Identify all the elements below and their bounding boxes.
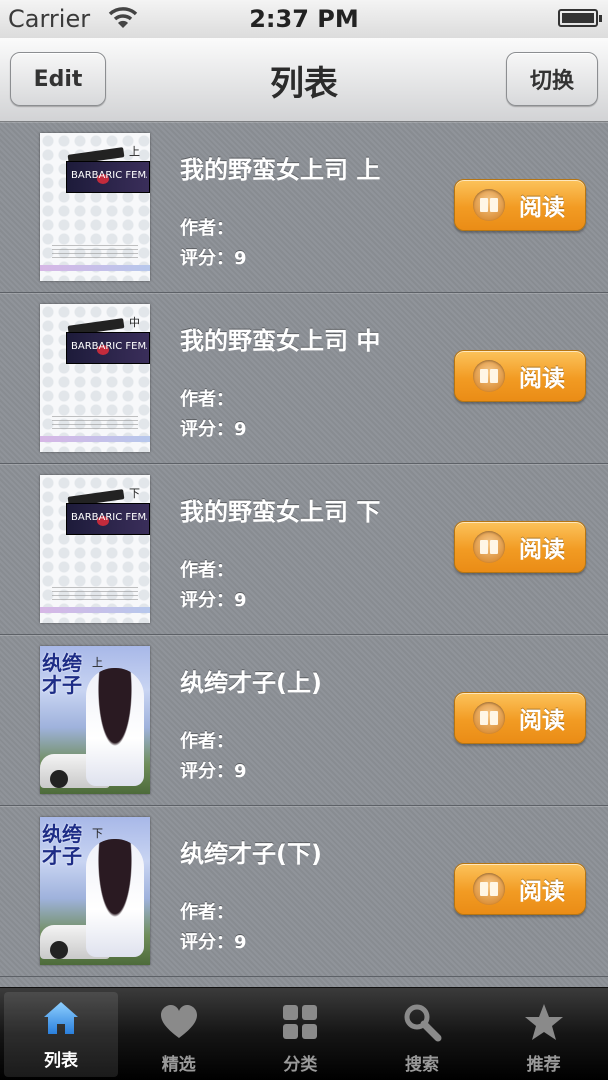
book-author: 作者： xyxy=(180,218,234,239)
book-icon xyxy=(473,702,505,734)
book-rating: 评分：9 xyxy=(180,419,247,440)
read-button[interactable]: 阅读 xyxy=(454,692,586,744)
cover-volume: 下 xyxy=(92,827,103,840)
tab-search[interactable]: 搜索 xyxy=(361,988,483,1080)
book-icon xyxy=(473,531,505,563)
cover-title: 纨绔才子 xyxy=(42,822,82,868)
heart-icon xyxy=(160,1005,197,1038)
tab-list[interactable]: 列表 xyxy=(4,992,118,1077)
home-icon xyxy=(44,1002,78,1034)
book-icon xyxy=(473,360,505,392)
book-row[interactable]: 下 BARBARIC FEMALE BOSS 我的野蛮女上司 下 作者： 评分：… xyxy=(0,464,608,635)
switch-button[interactable]: 切换 xyxy=(506,52,598,106)
cover-title: 纨绔才子 xyxy=(42,651,82,697)
clock: 2:37 PM xyxy=(249,5,359,33)
book-row[interactable]: 中 BARBARIC FEMALE BOSS 我的野蛮女上司 中 作者： 评分：… xyxy=(0,293,608,464)
grid-icon xyxy=(283,1005,318,1039)
book-cover: 纨绔才子 下 xyxy=(40,817,150,965)
cover-volume: 上 xyxy=(129,145,140,158)
read-button[interactable]: 阅读 xyxy=(454,179,586,231)
read-button-label: 阅读 xyxy=(519,537,565,563)
cover-volume: 下 xyxy=(129,487,140,500)
book-rating: 评分：9 xyxy=(180,590,247,611)
book-row[interactable]: 纨绔才子 上 纨绔才子(上) 作者： 评分：9 阅读 xyxy=(0,635,608,806)
book-title: 我的野蛮女上司 中 xyxy=(180,327,381,355)
book-title: 纨绔才子(上) xyxy=(180,669,322,697)
book-author: 作者： xyxy=(180,389,234,410)
book-title: 纨绔才子(下) xyxy=(180,840,322,868)
book-title: 我的野蛮女上司 下 xyxy=(180,498,381,526)
book-rating: 评分：9 xyxy=(180,761,247,782)
book-row[interactable]: 上 BARBARIC FEMALE BOSS 我的野蛮女上司 上 作者： 评分：… xyxy=(0,122,608,293)
read-button-label: 阅读 xyxy=(519,708,565,734)
book-author: 作者： xyxy=(180,731,234,752)
book-rating: 评分：9 xyxy=(180,248,247,269)
read-button-label: 阅读 xyxy=(519,366,565,392)
tab-bar: 列表 精选 分类 搜索 推荐 xyxy=(0,987,608,1080)
tab-label: 推荐 xyxy=(526,1055,561,1075)
book-rating: 评分：9 xyxy=(180,932,247,953)
read-button[interactable]: 阅读 xyxy=(454,350,586,402)
tab-recommend[interactable]: 推荐 xyxy=(483,988,605,1080)
search-icon xyxy=(404,1004,442,1042)
book-author: 作者： xyxy=(180,902,234,923)
book-row[interactable]: 纨绔才子 下 纨绔才子(下) 作者： 评分：9 阅读 xyxy=(0,806,608,977)
book-title: 我的野蛮女上司 上 xyxy=(180,156,381,184)
book-list[interactable]: 上 BARBARIC FEMALE BOSS 我的野蛮女上司 上 作者： 评分：… xyxy=(0,122,608,987)
battery-icon xyxy=(558,9,602,27)
status-bar: Carrier 2:37 PM xyxy=(0,0,608,38)
tab-label: 分类 xyxy=(283,1055,318,1075)
tab-featured[interactable]: 精选 xyxy=(118,988,240,1080)
read-button[interactable]: 阅读 xyxy=(454,521,586,573)
cover-volume: 上 xyxy=(92,656,103,669)
book-cover: 纨绔才子 上 xyxy=(40,646,150,794)
navigation-bar: Edit 列表 切换 xyxy=(0,38,608,122)
cover-volume: 中 xyxy=(129,316,140,329)
read-button-label: 阅读 xyxy=(519,195,565,221)
book-icon xyxy=(473,873,505,905)
star-icon xyxy=(524,1004,563,1040)
book-cover: 上 BARBARIC FEMALE BOSS xyxy=(40,133,150,281)
book-cover: 下 BARBARIC FEMALE BOSS xyxy=(40,475,150,623)
tab-label: 精选 xyxy=(161,1055,196,1075)
tab-label: 搜索 xyxy=(404,1055,439,1075)
book-cover: 中 BARBARIC FEMALE BOSS xyxy=(40,304,150,452)
tab-category[interactable]: 分类 xyxy=(240,988,362,1080)
tab-label: 列表 xyxy=(44,1051,78,1071)
book-author: 作者： xyxy=(180,560,234,581)
book-icon xyxy=(473,189,505,221)
read-button[interactable]: 阅读 xyxy=(454,863,586,915)
read-button-label: 阅读 xyxy=(519,879,565,905)
